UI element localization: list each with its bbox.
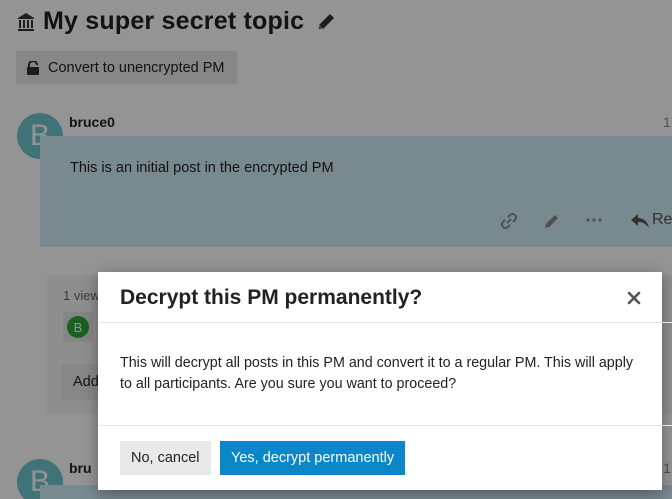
modal-body: This will decrypt all posts in this PM a… xyxy=(120,355,634,392)
cancel-button[interactable]: No, cancel xyxy=(120,441,211,475)
divider xyxy=(98,425,672,426)
decrypt-confirm-dialog: Decrypt this PM permanently? This will d… xyxy=(98,272,672,490)
divider xyxy=(98,322,672,323)
modal-title: Decrypt this PM permanently? xyxy=(120,286,423,309)
confirm-decrypt-button[interactable]: Yes, decrypt permanently xyxy=(220,441,406,475)
close-icon[interactable] xyxy=(624,288,644,308)
